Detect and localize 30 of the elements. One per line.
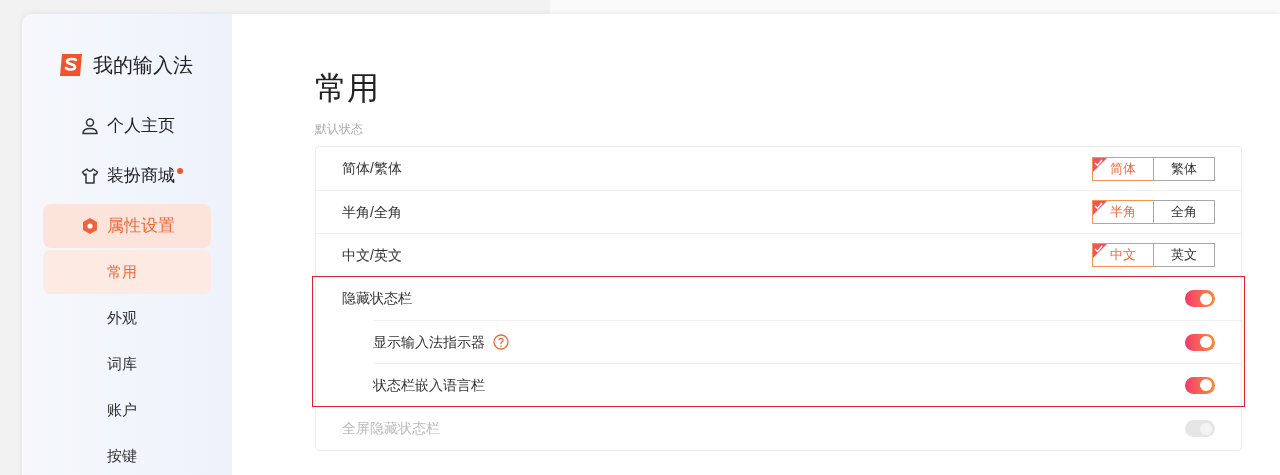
toggle-switch[interactable] bbox=[1185, 333, 1215, 351]
app-title: 我的输入法 bbox=[93, 53, 193, 78]
sidebar-item[interactable]: 装扮商城 bbox=[43, 154, 211, 198]
sidebar-subitem[interactable]: 账户 bbox=[43, 388, 211, 432]
setting-label: 简体/繁体 bbox=[342, 159, 402, 178]
check-corner-icon bbox=[1093, 157, 1107, 172]
person-icon bbox=[81, 117, 99, 135]
setting-label: 半角/全角 bbox=[342, 202, 402, 222]
segment-option[interactable]: 全角 bbox=[1153, 200, 1215, 224]
sidebar-subitem[interactable]: 词库 bbox=[43, 342, 211, 386]
setting-label: 状态栏嵌入语言栏 bbox=[373, 375, 485, 395]
toggle-switch[interactable] bbox=[1185, 376, 1215, 394]
sidebar-item[interactable]: 个人主页 bbox=[43, 104, 211, 148]
segment-option[interactable]: 繁体 bbox=[1153, 156, 1215, 181]
hexagon-icon bbox=[81, 217, 99, 235]
setting-label: 隐藏状态栏 bbox=[342, 289, 412, 308]
shirt-icon bbox=[81, 167, 99, 185]
page-title: 常用 bbox=[315, 69, 380, 108]
segment-option[interactable]: 英文 bbox=[1153, 243, 1215, 267]
check-corner-icon bbox=[1093, 201, 1107, 215]
sidebar-subitem[interactable]: 按键 bbox=[43, 434, 211, 475]
logo-icon bbox=[57, 51, 85, 79]
sidebar-subitem[interactable]: 外观 bbox=[43, 296, 211, 340]
setting-label: 中文/英文 bbox=[342, 245, 402, 265]
section-label: 默认状态 bbox=[315, 121, 364, 138]
check-corner-icon bbox=[1093, 244, 1107, 258]
setting-label: 显示输入法指示器 bbox=[373, 332, 485, 352]
toggle-switch[interactable] bbox=[1185, 290, 1215, 307]
help-icon[interactable] bbox=[493, 334, 509, 350]
setting-label: 全屏隐藏状态栏 bbox=[342, 419, 440, 438]
